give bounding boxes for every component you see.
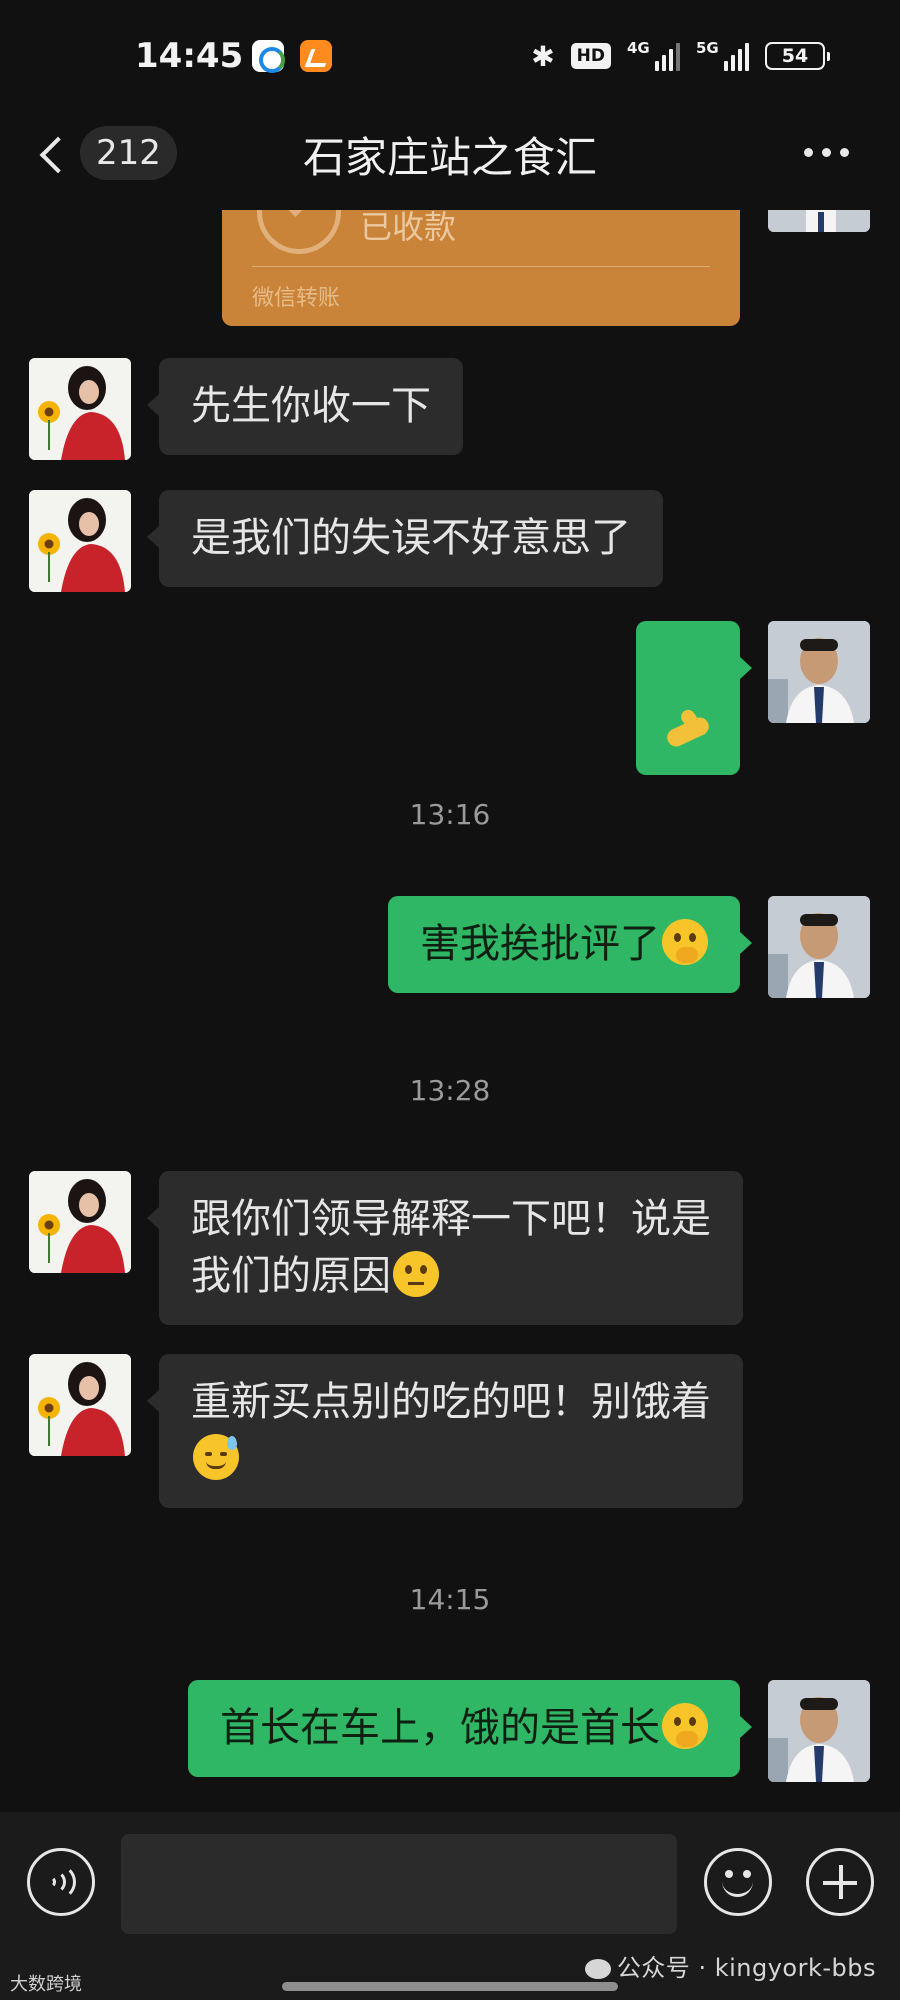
message-input[interactable] — [121, 1834, 677, 1934]
contact-avatar[interactable] — [29, 490, 131, 592]
battery-icon: 54 — [765, 42, 830, 70]
battery-level: 54 — [781, 45, 809, 67]
timestamp: 14:15 — [409, 1583, 491, 1616]
more-dots-icon[interactable] — [804, 148, 850, 158]
emoji-icon[interactable] — [704, 1848, 772, 1916]
status-bar: 14:45 ✱ HD 4G 5G 54 — [0, 0, 900, 110]
divider — [252, 266, 710, 267]
transfer-footer: 微信转账 — [252, 286, 341, 311]
message-incoming[interactable]: 是我们的失误不好意思了 — [147, 490, 663, 587]
voice-icon — [48, 1864, 76, 1900]
message-outgoing[interactable]: 首长在车上，饿的是首长 — [188, 1680, 752, 1777]
thinking-face-emoji — [662, 1703, 708, 1749]
neutral-face-emoji — [393, 1251, 439, 1297]
watermark-right: 公众号 · kingyork-bbs — [584, 1948, 876, 1983]
my-avatar[interactable] — [768, 210, 870, 232]
chat-header: 212 石家庄站之食汇 — [0, 110, 900, 210]
notification-app-icon — [300, 40, 332, 72]
message-outgoing[interactable]: 害我挨批评了 — [388, 896, 752, 993]
signal-icon: 4G — [627, 39, 680, 71]
wechat-icon — [584, 1959, 611, 1979]
signal-icon: 5G — [696, 39, 749, 71]
message-outgoing[interactable] — [636, 621, 752, 775]
home-indicator[interactable] — [282, 1982, 618, 1991]
network-label: 5G — [696, 39, 719, 57]
voice-button[interactable] — [27, 1848, 95, 1916]
message-text: 重新买点别的吃的吧！别饿着 — [191, 1379, 711, 1425]
network-label: 4G — [627, 39, 650, 57]
watermark-text: 公众号 · kingyork-bbs — [616, 1954, 876, 1982]
contact-avatar[interactable] — [29, 1354, 131, 1456]
watermark-left: 大数跨境 — [10, 1974, 82, 1995]
transfer-status: 已收款 — [360, 210, 457, 246]
message-list[interactable]: 已收款 微信转账 先生你收一下 是我们的失误不好意思了 13:16 害我挨批评了… — [0, 210, 900, 1810]
status-indicators: ✱ HD 4G 5G 54 — [531, 38, 830, 74]
cold-sweat-emoji — [193, 1434, 239, 1480]
contact-avatar[interactable] — [29, 358, 131, 460]
ok-hand-emoji — [664, 705, 712, 745]
bluetooth-icon: ✱ — [531, 39, 555, 73]
notification-app-icon — [252, 40, 285, 73]
message-incoming[interactable]: 跟你们领导解释一下吧！说是 我们的原因 — [147, 1171, 743, 1325]
thinking-face-emoji — [662, 919, 708, 965]
chat-title: 石家庄站之食汇 — [302, 133, 597, 182]
input-bar: 大数跨境 公众号 · kingyork-bbs — [0, 1812, 900, 2000]
my-avatar[interactable] — [768, 1680, 870, 1782]
plus-icon[interactable] — [806, 1848, 874, 1916]
message-incoming[interactable]: 先生你收一下 — [147, 358, 463, 455]
message-text: 首长在车上，饿的是首长 — [220, 1705, 660, 1751]
my-avatar[interactable] — [768, 621, 870, 723]
message-incoming[interactable]: 重新买点别的吃的吧！别饿着 — [147, 1354, 743, 1508]
message-text: 害我挨批评了 — [420, 921, 660, 967]
timestamp: 13:28 — [409, 1074, 491, 1107]
check-circle-icon — [257, 210, 341, 254]
timestamp: 13:16 — [409, 798, 491, 831]
wechat-transfer-card[interactable]: 已收款 微信转账 — [222, 210, 740, 326]
hd-voice-icon: HD — [570, 43, 611, 69]
contact-avatar[interactable] — [29, 1171, 131, 1273]
message-text: 跟你们领导解释一下吧！说是 我们的原因 — [191, 1196, 711, 1299]
status-time: 14:45 — [135, 36, 244, 76]
my-avatar[interactable] — [768, 896, 870, 998]
